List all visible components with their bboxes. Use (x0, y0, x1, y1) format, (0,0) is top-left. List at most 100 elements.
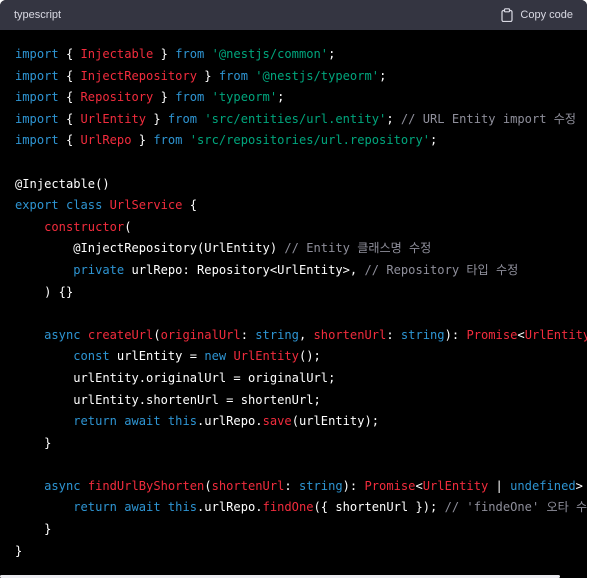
code-token: @Injectable() (15, 176, 110, 191)
code-token: { (58, 68, 81, 83)
code-token: { (58, 133, 81, 148)
code-token: 'src/repositories/url.repository' (189, 133, 431, 148)
code-token: return (73, 500, 117, 515)
code-token: originalUrl (160, 327, 241, 342)
code-token: UrlRepo (80, 133, 132, 148)
code-token: : (386, 327, 401, 342)
code-token: save (262, 414, 292, 429)
code-token: } (15, 543, 23, 558)
code-line: private urlRepo: Repository<UrlEntity>, … (15, 260, 587, 282)
code-token: UrlService (109, 198, 183, 213)
code-token: ): (444, 327, 467, 342)
code-token: // Repository 타입 수정 (364, 262, 519, 277)
code-token: await (124, 500, 161, 515)
code-token: ; (379, 68, 387, 83)
clipboard-icon (501, 8, 514, 22)
code-token: ( (153, 327, 161, 342)
code-token: async (44, 327, 81, 342)
code-token: return (73, 414, 117, 429)
code-line: } (15, 519, 587, 541)
code-token: Repository (80, 90, 154, 105)
code-token: this (167, 414, 198, 429)
code-token: urlEntity.originalUrl = originalUrl; (15, 370, 336, 385)
code-token: await (124, 414, 161, 429)
code-token: ; (328, 47, 336, 61)
code-token: createUrl (87, 327, 154, 342)
code-token: // 'findeOne' 오타 수정 (444, 500, 587, 515)
code-token: shortenUrl (211, 478, 285, 493)
code-block: typescript Copy code import { Injectable… (0, 0, 587, 578)
code-content: import { Injectable } from '@nestjs/comm… (0, 30, 587, 562)
code-token: class (65, 198, 103, 213)
code-token: : (284, 478, 299, 493)
code-token: } (153, 90, 176, 105)
code-token: from (175, 90, 205, 105)
code-line: urlEntity.originalUrl = originalUrl; (15, 368, 587, 390)
code-line: constructor( (15, 217, 587, 239)
code-token: from (218, 68, 248, 83)
code-token: urlEntity = (109, 349, 205, 364)
code-line: @Injectable() (15, 174, 587, 196)
code-token: UrlEntity (233, 349, 299, 364)
code-token: findOne (262, 500, 314, 515)
code-token: ( (124, 219, 132, 234)
code-token: .urlRepo. (197, 500, 263, 515)
code-token: this (167, 500, 198, 515)
code-token: Injectable (80, 47, 154, 61)
code-line: } (15, 541, 587, 563)
language-label: typescript (14, 9, 62, 21)
code-token: { (182, 198, 198, 213)
code-token: string (255, 327, 299, 342)
code-token: | (488, 478, 511, 493)
code-token: constructor (44, 219, 125, 234)
code-token: } (15, 435, 52, 450)
code-token: from (167, 111, 198, 126)
code-token: import (15, 68, 59, 83)
code-token: ; (430, 133, 438, 148)
code-token: ): (342, 478, 365, 493)
code-line: import { UrlRepo } from 'src/repositorie… (15, 130, 587, 152)
code-block-header: typescript Copy code (0, 0, 587, 30)
code-token: < (517, 327, 525, 342)
code-line: import { Injectable } from '@nestjs/comm… (15, 44, 587, 66)
code-line: async createUrl(originalUrl: string, sho… (15, 325, 587, 347)
code-token: async (44, 478, 81, 493)
code-token: import (15, 90, 59, 105)
code-token: UrlEntity (80, 111, 147, 126)
code-token: < (415, 478, 423, 493)
code-token: } (15, 522, 52, 537)
copy-code-button[interactable]: Copy code (501, 8, 573, 22)
code-token: (urlEntity); (291, 414, 380, 429)
code-token: export (15, 198, 59, 213)
code-line: const urlEntity = new UrlEntity(); (15, 346, 587, 368)
code-line: urlEntity.shortenUrl = shortenUrl; (15, 390, 587, 412)
code-token: UrlEntity (524, 327, 587, 342)
code-token: string (400, 327, 445, 342)
code-token: '@nestjs/typeorm' (255, 68, 380, 83)
code-token: { (58, 111, 81, 126)
code-token: InjectRepository (80, 68, 198, 83)
code-token: shortenUrl (313, 327, 387, 342)
code-token: Promise (466, 327, 518, 342)
code-token: import (15, 47, 59, 61)
code-token: ) {} (15, 284, 74, 299)
code-token: : (240, 327, 256, 342)
code-line: return await this.urlRepo.save(urlEntity… (15, 411, 587, 433)
code-line: ) {} (15, 282, 587, 304)
